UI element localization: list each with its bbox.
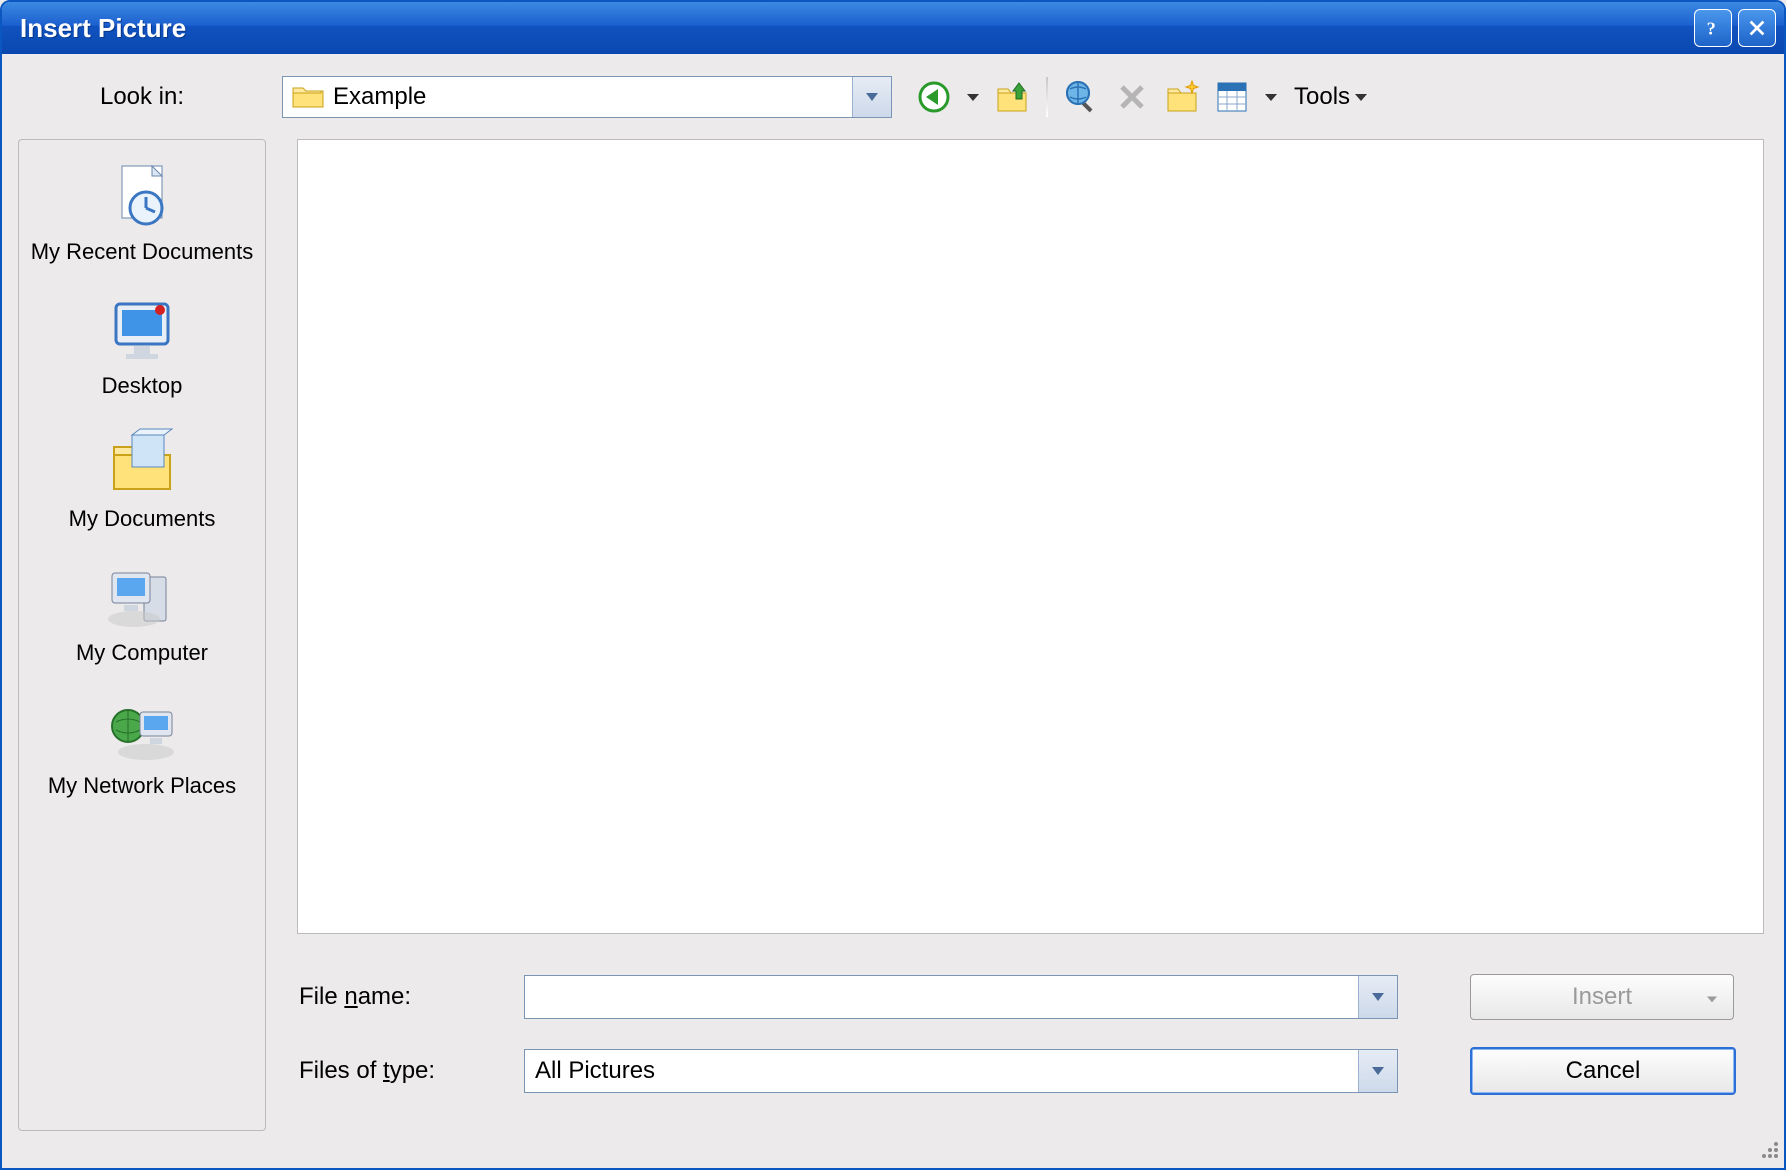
places-item-label: My Documents — [69, 505, 216, 533]
network-places-icon — [102, 694, 182, 766]
filename-dropdown-button[interactable] — [1358, 976, 1397, 1018]
places-bar: My Recent Documents Desktop — [18, 139, 266, 1131]
tools-menu[interactable]: Tools — [1294, 77, 1372, 117]
back-history-dropdown[interactable] — [964, 77, 982, 117]
close-button[interactable] — [1738, 9, 1776, 47]
tools-menu-label: Tools — [1294, 83, 1350, 111]
desktop-icon — [102, 294, 182, 366]
places-item-my-documents[interactable]: My Documents — [19, 417, 265, 543]
filename-label: File name: — [297, 983, 524, 1011]
up-one-level-button[interactable] — [992, 77, 1032, 117]
views-button[interactable] — [1212, 77, 1252, 117]
places-item-my-network-places[interactable]: My Network Places — [19, 684, 265, 810]
views-dropdown[interactable] — [1262, 77, 1280, 117]
folder-icon — [291, 83, 325, 111]
lookin-label: Look in: — [2, 83, 282, 111]
resize-grip[interactable] — [1754, 1138, 1780, 1164]
insert-picture-dialog: Insert Picture ? Look in: Examp — [0, 0, 1786, 1170]
lookin-combo[interactable]: Example — [282, 76, 892, 118]
lookin-value: Example — [333, 83, 852, 111]
places-item-label: Desktop — [102, 372, 183, 400]
places-item-my-computer[interactable]: My Computer — [19, 551, 265, 677]
places-item-desktop[interactable]: Desktop — [19, 284, 265, 410]
my-computer-icon — [102, 561, 182, 633]
places-item-label: My Recent Documents — [31, 238, 254, 266]
my-documents-icon — [102, 427, 182, 499]
help-button[interactable]: ? — [1694, 9, 1732, 47]
lookin-dropdown-button[interactable] — [852, 77, 891, 117]
places-item-recent-documents[interactable]: My Recent Documents — [19, 150, 265, 276]
filename-combo[interactable] — [524, 975, 1398, 1019]
places-item-label: My Computer — [76, 639, 208, 667]
cancel-button-label: Cancel — [1566, 1057, 1641, 1085]
back-button[interactable] — [914, 77, 954, 117]
delete-button — [1112, 77, 1152, 117]
filetype-combo[interactable]: All Pictures — [524, 1049, 1398, 1093]
places-item-label: My Network Places — [48, 772, 236, 800]
lookin-row: Look in: Example — [2, 54, 1784, 139]
bottom-controls: File name: Insert Files of typ — [297, 952, 1764, 1132]
toolbar: Tools — [914, 77, 1372, 117]
window-title: Insert Picture — [20, 13, 186, 44]
cancel-button[interactable]: Cancel — [1470, 1047, 1736, 1095]
new-folder-button[interactable] — [1162, 77, 1202, 117]
file-list[interactable] — [297, 139, 1764, 934]
chevron-down-icon — [1350, 77, 1372, 117]
recent-documents-icon — [102, 160, 182, 232]
filetype-label: Files of type: — [297, 1057, 524, 1085]
insert-button-label: Insert — [1572, 983, 1632, 1011]
svg-text:?: ? — [1707, 18, 1716, 38]
insert-button[interactable]: Insert — [1470, 974, 1734, 1020]
filetype-value: All Pictures — [525, 1057, 1358, 1085]
filetype-dropdown-button[interactable] — [1358, 1050, 1397, 1092]
titlebar: Insert Picture ? — [2, 2, 1784, 54]
toolbar-separator — [1046, 77, 1048, 117]
chevron-down-icon — [1705, 983, 1719, 1011]
search-web-button[interactable] — [1062, 77, 1102, 117]
